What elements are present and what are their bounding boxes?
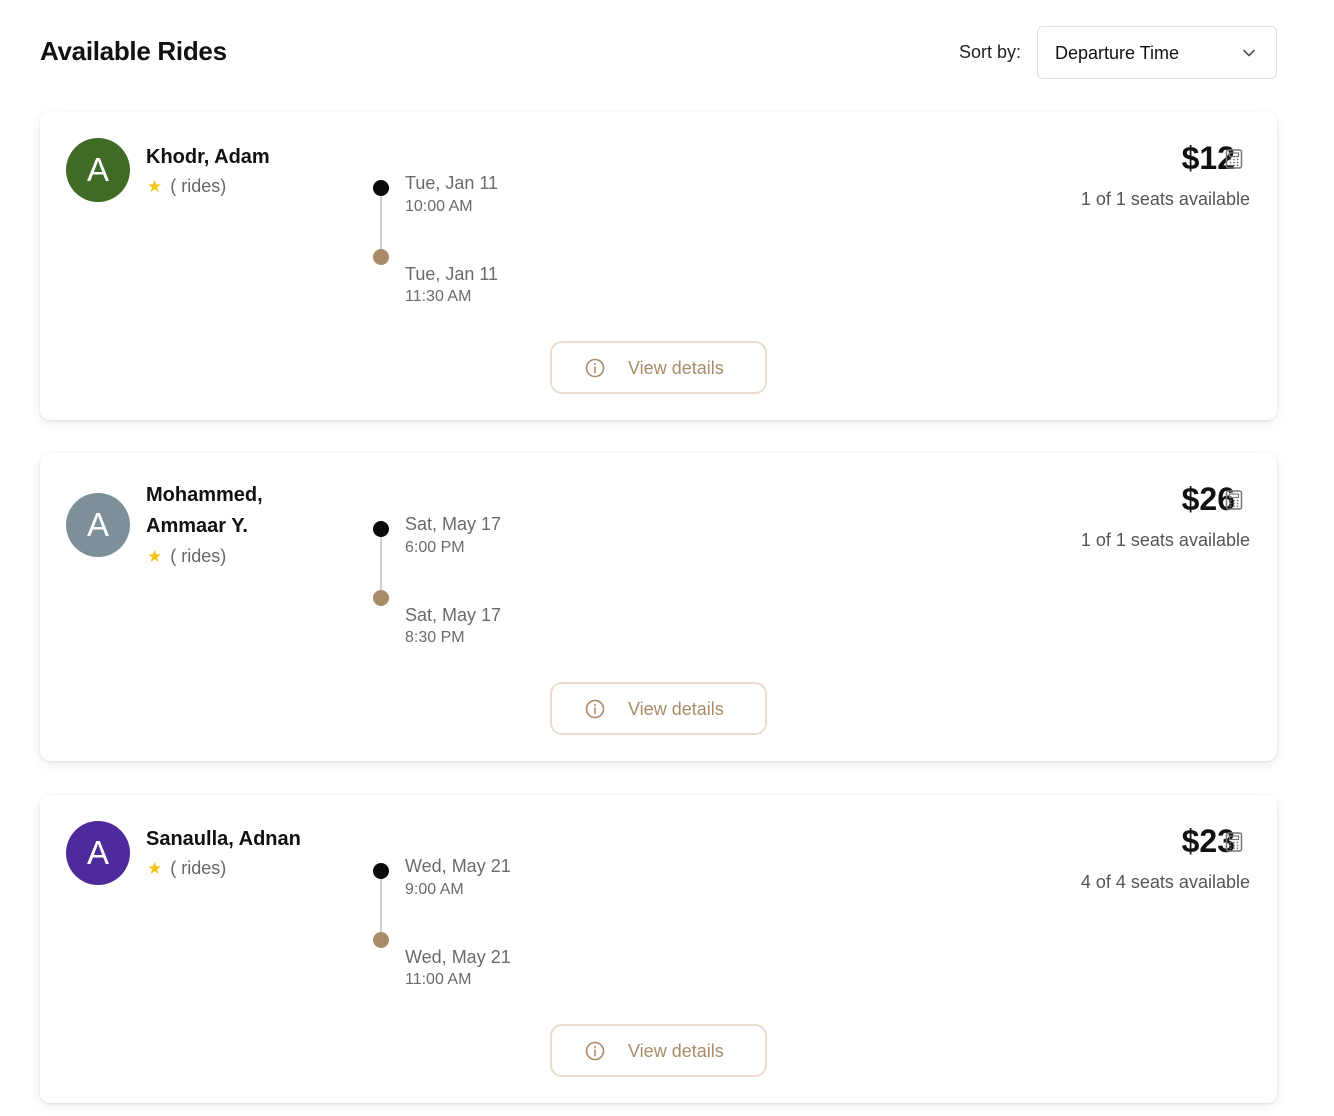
calculator-icon[interactable]: [1225, 832, 1243, 852]
star-icon: ★: [147, 547, 163, 566]
arrival-dot: [373, 932, 389, 948]
driver-rating: ★ ( rides): [147, 176, 226, 197]
driver-rating: ★ ( rides): [147, 858, 226, 879]
ride-card: A Sanaulla, Adnan ★( rides) Wed, May 21 …: [40, 795, 1277, 1103]
driver-name-line: Khodr, Adam: [146, 146, 270, 168]
departure-date: Wed, May 21: [405, 856, 511, 876]
arrival-dot: [373, 249, 389, 265]
arrival-time: 11:30 AM: [405, 288, 472, 305]
seats-available: 4 of 4 seats available: [1080, 872, 1250, 892]
driver-name: Mohammed, Ammaar Y.: [146, 480, 263, 542]
view-details-label: View details: [628, 1041, 724, 1061]
departure-time: 10:00 AM: [405, 198, 473, 215]
view-details-button[interactable]: View details: [550, 682, 767, 735]
star-icon: ★: [147, 859, 163, 878]
departure-time: 6:00 PM: [405, 539, 465, 556]
rating-text: ( rides): [170, 546, 227, 566]
chevron-down-icon: [1243, 49, 1255, 57]
seats-available: 1 of 1 seats available: [1080, 189, 1250, 209]
driver-name: Khodr, Adam: [146, 142, 270, 173]
departure-dot: [373, 521, 389, 537]
departure-dot: [373, 180, 389, 196]
calculator-icon[interactable]: [1225, 490, 1243, 510]
departure-date: Sat, May 17: [405, 514, 502, 534]
sort-dropdown[interactable]: Departure Time: [1037, 26, 1277, 79]
info-icon: [585, 699, 605, 719]
arrival-date: Sat, May 17: [405, 605, 502, 625]
driver-name: Sanaulla, Adnan: [146, 824, 301, 855]
page-title: Available Rides: [40, 36, 227, 66]
page-header: Available Rides Sort by: Departure Time: [0, 0, 1334, 100]
ride-card: A Khodr, Adam ★ ( rides) Tue, Jan 11 10:0…: [40, 112, 1277, 420]
info-icon: [585, 358, 605, 378]
view-details-button[interactable]: View details: [550, 341, 767, 394]
sort-label: Sort by:: [959, 42, 1022, 62]
info-icon: [585, 1041, 605, 1061]
view-details-button[interactable]: View details: [550, 1024, 767, 1077]
arrival-time: 11:00 AM: [405, 971, 472, 988]
driver-rating: ★ ( rides): [147, 546, 226, 567]
rating-text: ( rides): [170, 858, 227, 878]
departure-dot: [373, 863, 389, 879]
calculator-icon[interactable]: [1225, 149, 1243, 169]
arrival-date: Tue, Jan 11: [405, 264, 499, 284]
rating-text: ( rides): [170, 176, 227, 196]
driver-name-line: Sanaulla, Adnan: [146, 828, 301, 850]
driver-name-line: Ammaar Y.: [146, 515, 248, 537]
view-details-label: View details: [628, 699, 724, 719]
sort-selected-value: Departure Time: [1055, 43, 1180, 63]
seats-available: 1 of 1 seats available: [1080, 530, 1250, 550]
arrival-time: 8:30 PM: [405, 629, 465, 646]
arrival-dot: [373, 590, 389, 606]
ride-card: A Mohammed, Ammaar Y. ★ ( rides) Sat, May…: [40, 453, 1277, 761]
avatar: A: [66, 821, 130, 885]
avatar: A: [66, 493, 130, 557]
view-details-label: View details: [628, 358, 724, 378]
star-icon: ★: [147, 177, 163, 196]
avatar: A: [66, 138, 130, 202]
departure-date: Tue, Jan 11: [405, 173, 499, 193]
departure-time: 9:00 AM: [405, 881, 464, 898]
driver-name-line: Mohammed,: [146, 484, 263, 506]
arrival-date: Wed, May 21: [405, 947, 511, 967]
